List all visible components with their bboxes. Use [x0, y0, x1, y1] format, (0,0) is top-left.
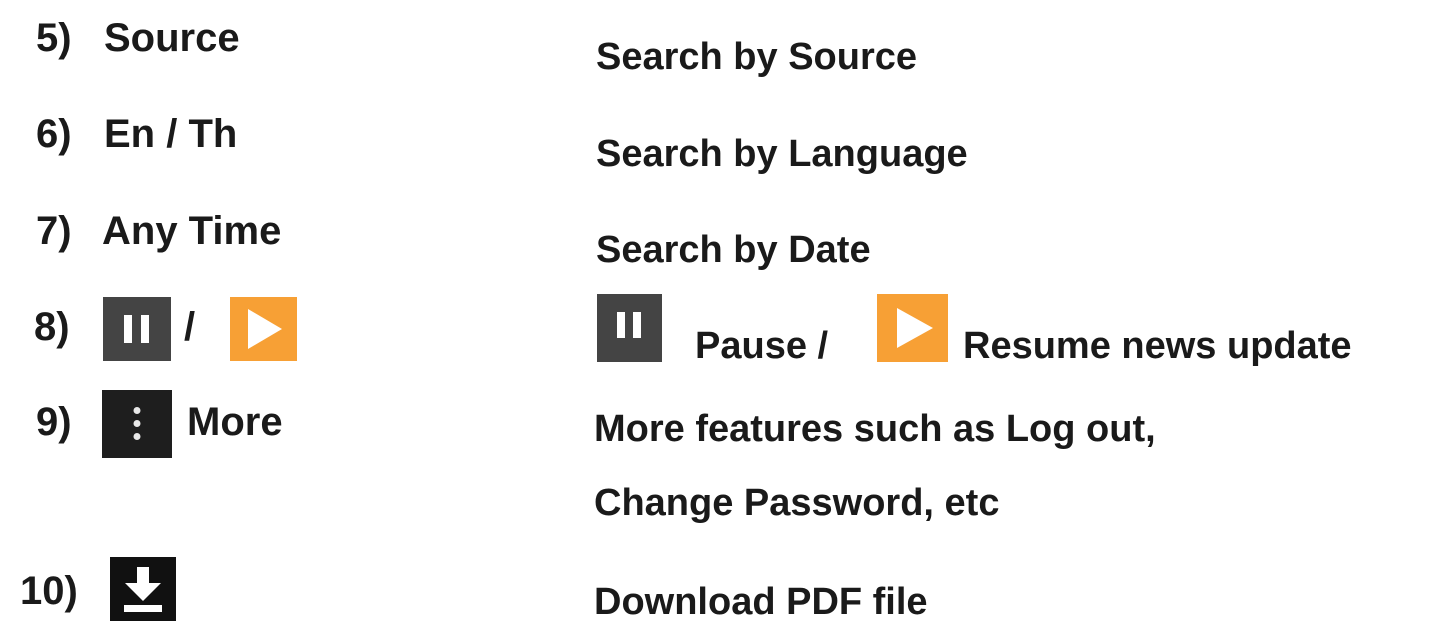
language-label: En / Th [104, 112, 238, 156]
resume-description: Resume news update [963, 325, 1352, 367]
play-icon [877, 294, 948, 362]
pause-icon [103, 297, 171, 361]
pause-play-separator: / [184, 305, 196, 349]
language-description: Search by Language [596, 133, 968, 175]
item-number-7: 7) [36, 209, 72, 253]
download-description: Download PDF file [594, 581, 928, 623]
item-number-9: 9) [36, 400, 72, 444]
pause-description: Pause / [695, 325, 829, 367]
item-number-10: 10) [20, 569, 78, 613]
item-number-8: 8) [34, 305, 70, 349]
play-icon [230, 297, 297, 361]
source-description: Search by Source [596, 36, 918, 78]
more-description-line-2: Change Password, etc [594, 482, 1000, 524]
more-description-line-1: More features such as Log out, [594, 408, 1156, 450]
more-label: More [187, 400, 283, 444]
source-label: Source [104, 16, 240, 60]
item-number-6: 6) [36, 112, 72, 156]
download-icon [110, 557, 176, 621]
more-vertical-icon [102, 390, 172, 458]
pause-icon [597, 294, 662, 362]
date-description: Search by Date [596, 229, 871, 271]
item-number-5: 5) [36, 16, 72, 60]
any-time-label: Any Time [102, 209, 282, 253]
